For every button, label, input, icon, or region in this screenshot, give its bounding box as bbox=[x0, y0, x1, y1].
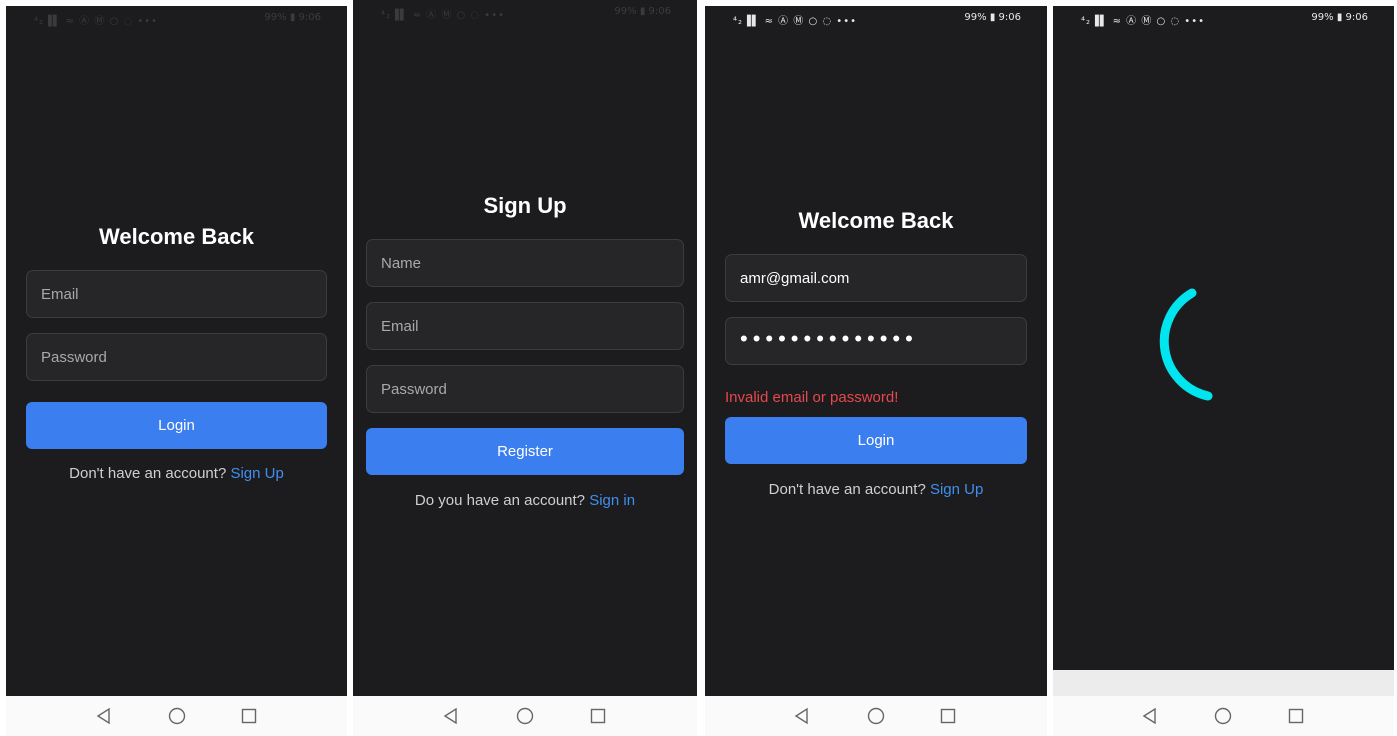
signin-link[interactable]: Sign in bbox=[589, 492, 635, 509]
status-right: 99% ▮ 9:06 bbox=[964, 12, 1021, 23]
clock: 9:06 bbox=[1345, 12, 1368, 23]
signup-link[interactable]: Sign Up bbox=[930, 481, 983, 498]
status-right: 99% ▮ 9:06 bbox=[614, 6, 671, 17]
status-bar: ⁴₂▐▌ ≈ Ⓐ Ⓜ ○ ◌ ••• 99% ▮ 9:06 bbox=[705, 6, 1047, 30]
email-field[interactable]: amr@gmail.com bbox=[725, 254, 1027, 302]
phone-login-error: ⁴₂▐▌ ≈ Ⓐ Ⓜ ○ ◌ ••• 99% ▮ 9:06 Welcome Ba… bbox=[705, 0, 1047, 736]
back-triangle-icon[interactable] bbox=[94, 706, 114, 726]
status-bar: ⁴₂▐▌ ≈ Ⓐ Ⓜ ○ ◌ ••• 99% ▮ 9:06 bbox=[1053, 6, 1394, 30]
phone-signup: ⁴₂▐▌ ≈ Ⓐ Ⓜ ○ ◌ ••• 99% ▮ 9:06 Sign Up Na… bbox=[353, 0, 697, 736]
signup-prompt: Don't have an account? Sign Up bbox=[705, 481, 1047, 498]
clock: 9:06 bbox=[298, 12, 321, 23]
screen-login: ⁴₂▐▌ ≈ Ⓐ Ⓜ ○ ◌ ••• 99% ▮ 9:06 Welcome Ba… bbox=[6, 6, 347, 696]
screen-loading: ⁴₂▐▌ ≈ Ⓐ Ⓜ ○ ◌ ••• 99% ▮ 9:06 bbox=[1053, 6, 1394, 670]
status-bar: ⁴₂▐▌ ≈ Ⓐ Ⓜ ○ ◌ ••• 99% ▮ 9:06 bbox=[353, 0, 697, 24]
email-field[interactable]: Email bbox=[26, 270, 327, 318]
battery-icon: ▮ bbox=[289, 12, 296, 23]
status-icons: ⁴₂▐▌ ≈ Ⓐ Ⓜ ○ ◌ ••• bbox=[381, 10, 505, 21]
phone-login: ⁴₂▐▌ ≈ Ⓐ Ⓜ ○ ◌ ••• 99% ▮ 9:06 Welcome Ba… bbox=[6, 0, 347, 736]
home-circle-icon[interactable] bbox=[167, 706, 187, 726]
name-placeholder: Name bbox=[381, 255, 422, 272]
signup-prompt: Don't have an account? Sign Up bbox=[6, 465, 347, 482]
bottom-strip bbox=[1053, 670, 1394, 696]
status-icons: ⁴₂▐▌ ≈ Ⓐ Ⓜ ○ ◌ ••• bbox=[34, 16, 158, 27]
status-icons: ⁴₂▐▌ ≈ Ⓐ Ⓜ ○ ◌ ••• bbox=[733, 16, 857, 27]
email-field[interactable]: Email bbox=[366, 302, 684, 350]
password-masked-value: •••••••••••••• bbox=[740, 326, 918, 351]
page-title: Sign Up bbox=[483, 193, 567, 218]
page-title: Welcome Back bbox=[99, 224, 254, 249]
battery-level: 99% bbox=[614, 6, 637, 17]
signup-prompt-text: Don't have an account? bbox=[69, 465, 227, 482]
back-triangle-icon[interactable] bbox=[792, 706, 812, 726]
page-title: Welcome Back bbox=[798, 208, 954, 233]
signup-prompt-text: Don't have an account? bbox=[768, 481, 926, 498]
battery-icon: ▮ bbox=[989, 12, 996, 23]
home-circle-icon[interactable] bbox=[1213, 706, 1233, 726]
login-button[interactable]: Login bbox=[26, 402, 327, 449]
nav-bar bbox=[353, 696, 697, 736]
recents-square-icon[interactable] bbox=[1286, 706, 1306, 726]
nav-bar bbox=[705, 696, 1047, 736]
password-placeholder: Password bbox=[381, 381, 447, 398]
email-placeholder: Email bbox=[41, 286, 79, 303]
back-triangle-icon[interactable] bbox=[441, 706, 461, 726]
recents-square-icon[interactable] bbox=[239, 706, 259, 726]
email-placeholder: Email bbox=[381, 318, 419, 335]
battery-icon: ▮ bbox=[1336, 12, 1343, 23]
screen-login-error: ⁴₂▐▌ ≈ Ⓐ Ⓜ ○ ◌ ••• 99% ▮ 9:06 Welcome Ba… bbox=[705, 6, 1047, 696]
battery-icon: ▮ bbox=[639, 6, 646, 17]
home-circle-icon[interactable] bbox=[866, 706, 886, 726]
recents-square-icon[interactable] bbox=[938, 706, 958, 726]
password-field[interactable]: •••••••••••••• bbox=[725, 317, 1027, 365]
signin-prompt: Do you have an account? Sign in bbox=[353, 492, 697, 509]
phone-loading: ⁴₂▐▌ ≈ Ⓐ Ⓜ ○ ◌ ••• 99% ▮ 9:06 bbox=[1053, 0, 1394, 736]
nav-bar bbox=[6, 696, 347, 736]
clock: 9:06 bbox=[998, 12, 1021, 23]
name-field[interactable]: Name bbox=[366, 239, 684, 287]
recents-square-icon[interactable] bbox=[588, 706, 608, 726]
loading-spinner-icon bbox=[1159, 288, 1213, 401]
battery-level: 99% bbox=[964, 12, 987, 23]
signin-prompt-text: Do you have an account? bbox=[414, 492, 586, 509]
status-right: 99% ▮ 9:06 bbox=[264, 12, 321, 23]
login-button[interactable]: Login bbox=[725, 417, 1027, 464]
home-circle-icon[interactable] bbox=[515, 706, 535, 726]
register-button[interactable]: Register bbox=[366, 428, 684, 475]
password-field[interactable]: Password bbox=[366, 365, 684, 413]
battery-level: 99% bbox=[264, 12, 287, 23]
back-triangle-icon[interactable] bbox=[1140, 706, 1160, 726]
clock: 9:06 bbox=[648, 6, 671, 17]
password-field[interactable]: Password bbox=[26, 333, 327, 381]
nav-bar bbox=[1053, 696, 1394, 736]
screen-signup: ⁴₂▐▌ ≈ Ⓐ Ⓜ ○ ◌ ••• 99% ▮ 9:06 Sign Up Na… bbox=[353, 0, 697, 696]
battery-level: 99% bbox=[1311, 12, 1334, 23]
status-bar: ⁴₂▐▌ ≈ Ⓐ Ⓜ ○ ◌ ••• 99% ▮ 9:06 bbox=[6, 6, 347, 30]
error-message: Invalid email or password! bbox=[725, 389, 899, 406]
signup-link[interactable]: Sign Up bbox=[230, 465, 283, 482]
password-placeholder: Password bbox=[41, 349, 107, 366]
status-icons: ⁴₂▐▌ ≈ Ⓐ Ⓜ ○ ◌ ••• bbox=[1081, 16, 1205, 27]
email-value: amr@gmail.com bbox=[740, 270, 850, 287]
status-right: 99% ▮ 9:06 bbox=[1311, 12, 1368, 23]
